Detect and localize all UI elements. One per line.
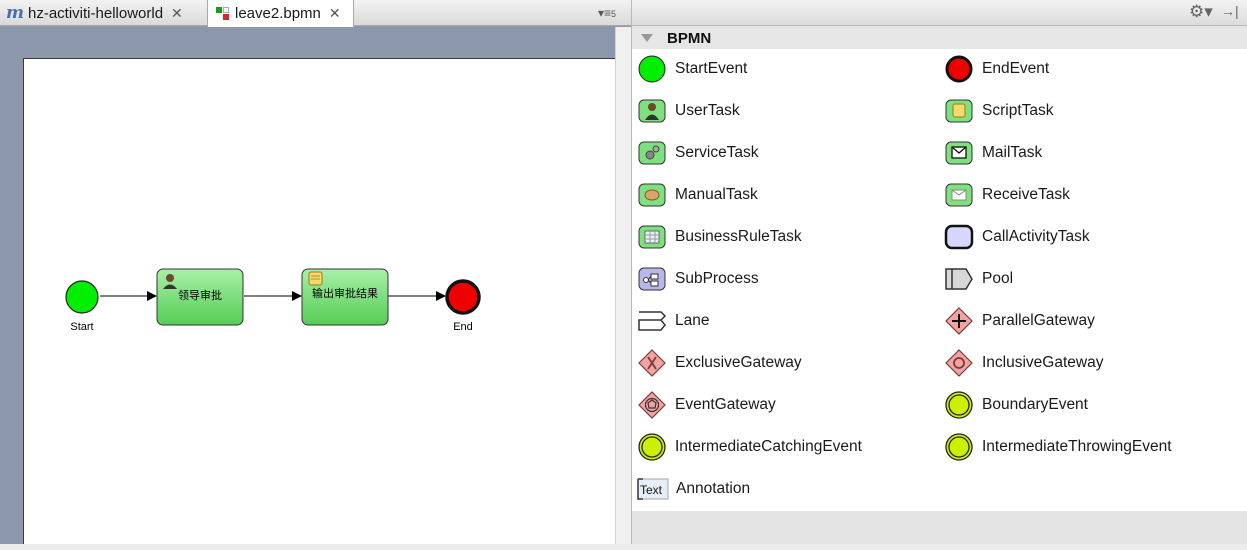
event-gateway-icon <box>638 391 666 419</box>
palette-item-parallel-gateway[interactable]: ParallelGateway <box>944 306 1095 336</box>
script-task-icon <box>945 99 973 123</box>
palette-toolbar: ⚙▾ →| <box>632 0 1247 26</box>
end-event-icon <box>945 55 973 83</box>
business-rule-task-icon <box>638 225 666 249</box>
user-task-icon <box>638 99 666 123</box>
pool-icon <box>945 268 973 290</box>
subprocess-icon <box>638 267 666 291</box>
diagram-canvas[interactable]: Start 领导审批 输出审批结果 End <box>23 58 615 544</box>
tab-label: leave2.bpmn <box>235 5 321 22</box>
palette-item-user-task[interactable]: UserTask <box>637 96 740 126</box>
bpmn-drawer-header[interactable]: BPMN <box>632 27 1247 49</box>
diagram-svg: Start 领导审批 输出审批结果 End <box>65 268 481 333</box>
start-event[interactable] <box>65 280 99 314</box>
bpmn-file-icon <box>216 6 230 21</box>
gear-icon[interactable]: ⚙▾ <box>1189 2 1213 22</box>
intermediate-throwing-event-icon <box>945 433 973 461</box>
maven-m-icon: m <box>6 3 24 23</box>
intermediate-catching-event-icon <box>638 433 666 461</box>
palette-item-service-task[interactable]: ServiceTask <box>637 138 759 168</box>
receive-task-icon <box>945 183 973 207</box>
palette-item-intermediate-throwing-event[interactable]: IntermediateThrowingEvent <box>944 432 1172 462</box>
palette-item-call-activity-task[interactable]: CallActivityTask <box>944 222 1090 252</box>
palette-item-boundary-event[interactable]: BoundaryEvent <box>944 390 1088 420</box>
editor-tab-bar: m hz-activiti-helloworld ✕ leave2.bpmn ✕… <box>0 0 631 27</box>
end-event[interactable] <box>445 279 481 315</box>
inclusive-gateway-icon <box>945 349 973 377</box>
palette-panel: ⚙▾ →| BPMN StartEvent EndEvent UserTask <box>631 0 1247 544</box>
tab-overflow-count: 5 <box>611 9 617 19</box>
close-icon[interactable]: ✕ <box>171 5 183 22</box>
end-event-label: End <box>453 321 473 333</box>
palette-item-receive-task[interactable]: ReceiveTask <box>944 180 1070 210</box>
parallel-gateway-icon <box>945 307 973 335</box>
palette-item-manual-task[interactable]: ManualTask <box>637 180 758 210</box>
palette-item-business-rule-task[interactable]: BusinessRuleTask <box>637 222 802 252</box>
start-event-label: Start <box>70 321 93 333</box>
palette-item-inclusive-gateway[interactable]: InclusiveGateway <box>944 348 1103 378</box>
lane-icon <box>638 311 667 331</box>
drawer-collapse-icon[interactable] <box>641 34 653 42</box>
annotation-icon-text: Text <box>640 483 663 497</box>
tab-label: hz-activiti-helloworld <box>28 4 164 22</box>
start-event-icon <box>638 55 666 83</box>
script-scroll-icon <box>308 271 323 286</box>
vertical-scrollbar[interactable] <box>615 27 631 544</box>
exclusive-gateway-icon <box>638 349 666 377</box>
diagram-scroll-area: Start 领导审批 输出审批结果 End <box>0 27 615 544</box>
service-task-icon <box>638 141 666 165</box>
palette-item-lane[interactable]: Lane <box>637 306 709 336</box>
task1-label: 领导审批 <box>178 288 222 302</box>
palette-item-pool[interactable]: Pool <box>944 264 1013 294</box>
boundary-event-icon <box>945 391 973 419</box>
tab-leave2-bpmn[interactable]: leave2.bpmn ✕ <box>207 0 354 27</box>
palette-item-exclusive-gateway[interactable]: ExclusiveGateway <box>637 348 802 378</box>
task2-label: 输出审批结果 <box>312 286 378 300</box>
call-activity-task-icon <box>944 224 974 250</box>
palette-item-script-task[interactable]: ScriptTask <box>944 96 1054 126</box>
palette-item-annotation[interactable]: Text Annotation <box>637 474 750 504</box>
palette-item-event-gateway[interactable]: EventGateway <box>637 390 776 420</box>
tab-list-menu-icon[interactable]: ▾≡5 <box>598 6 616 20</box>
palette-item-end-event[interactable]: EndEvent <box>944 54 1049 84</box>
manual-task-icon <box>638 183 666 207</box>
tab-hz-activiti-helloworld[interactable]: m hz-activiti-helloworld ✕ <box>2 0 205 26</box>
hide-palette-icon[interactable]: →| <box>1221 3 1239 19</box>
palette-item-start-event[interactable]: StartEvent <box>637 54 747 84</box>
palette-item-subprocess[interactable]: SubProcess <box>637 264 759 294</box>
drawer-title: BPMN <box>667 29 712 47</box>
palette-item-intermediate-catching-event[interactable]: IntermediateCatchingEvent <box>637 432 862 462</box>
palette-item-mail-task[interactable]: MailTask <box>944 138 1042 168</box>
bpmn-drawer-body: StartEvent EndEvent UserTask ScriptTask <box>632 49 1247 511</box>
annotation-icon: Text <box>637 478 669 500</box>
close-icon[interactable]: ✕ <box>329 5 341 22</box>
bpmn-editor: m hz-activiti-helloworld ✕ leave2.bpmn ✕… <box>0 0 631 544</box>
mail-task-icon <box>945 141 973 165</box>
